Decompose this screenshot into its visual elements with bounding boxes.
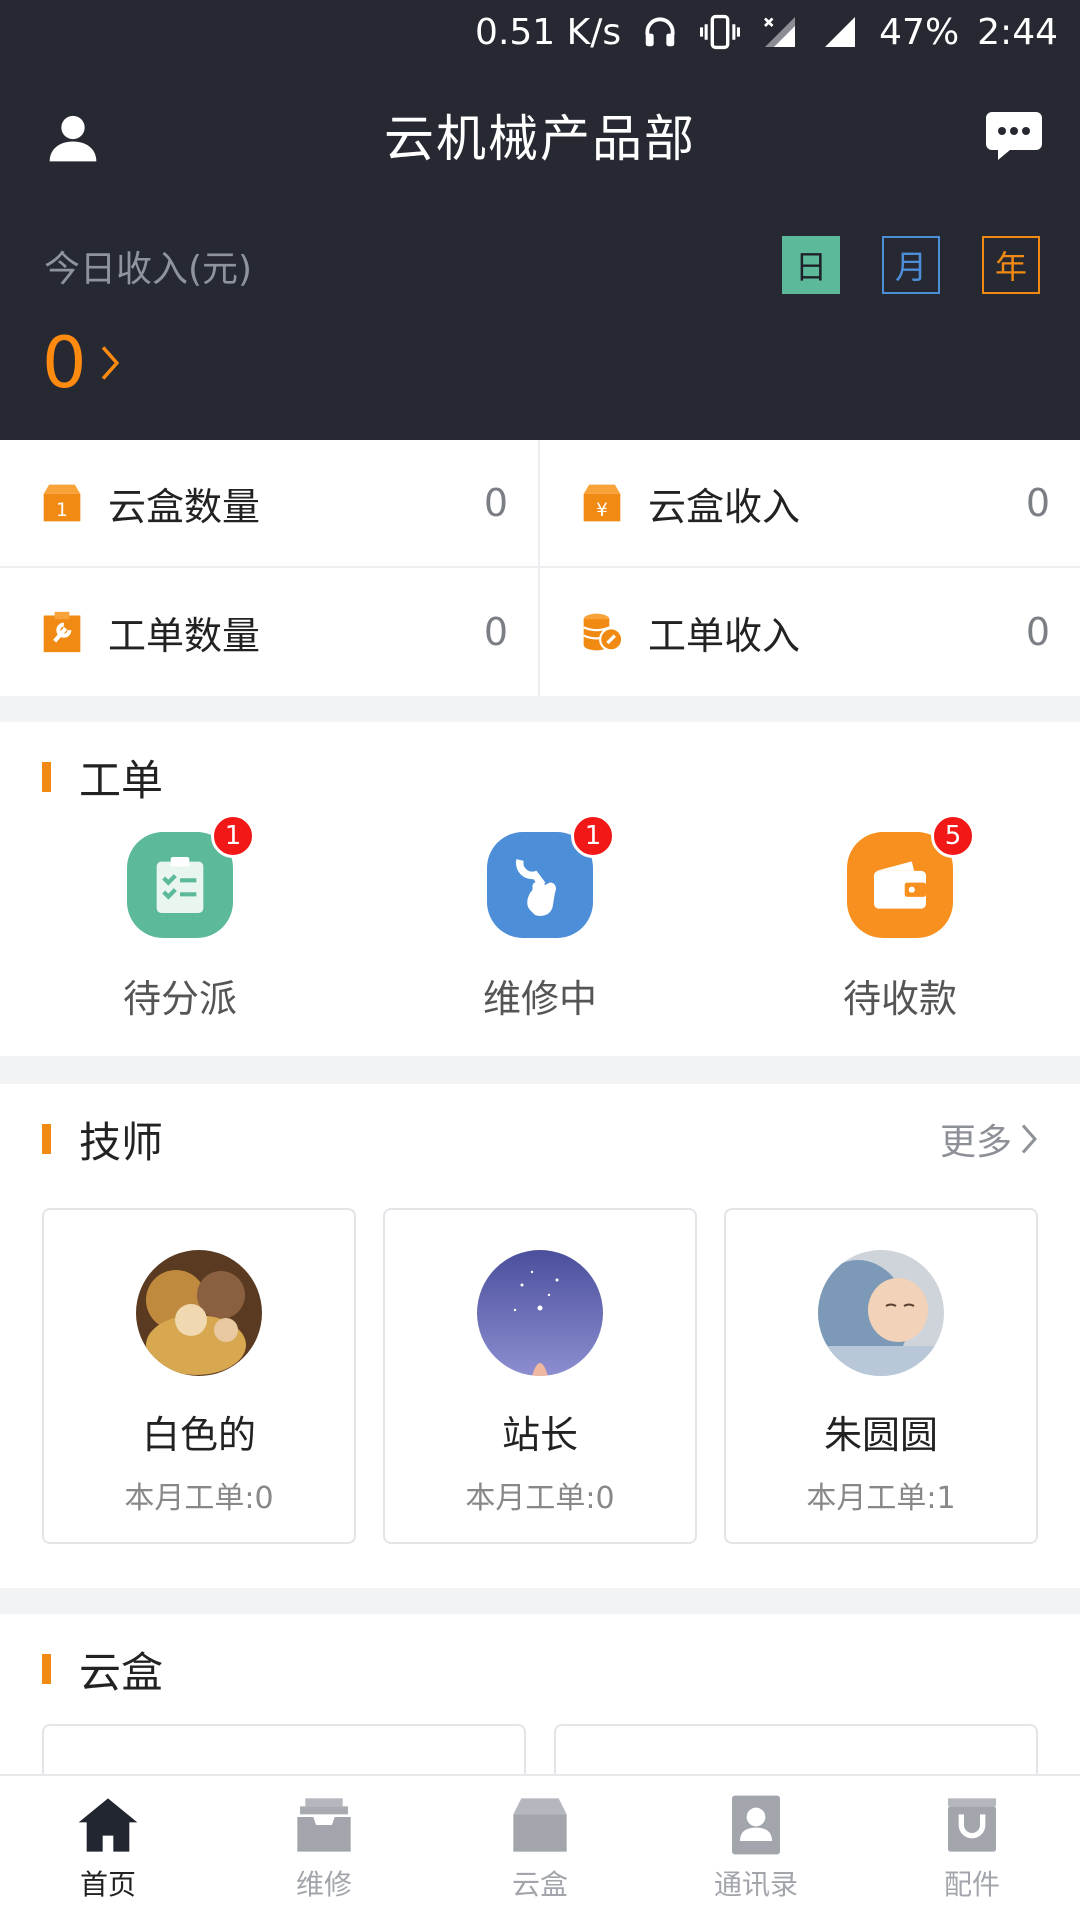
section-accent-bar [42, 762, 51, 792]
badge-count: 5 [931, 814, 975, 858]
income-label: 今日收入(元) [44, 249, 253, 290]
order-repairing[interactable]: 1 维修中 [390, 814, 690, 1023]
technician-monthly-orders: 本月工单:0 [465, 1481, 615, 1516]
nav-parts[interactable]: 配件 [864, 1776, 1080, 1920]
nav-label: 维修 [295, 1868, 352, 1901]
nav-label: 云盒 [511, 1868, 568, 1901]
cloudbox-section: 云盒 [0, 1614, 1080, 1784]
nav-label: 首页 [79, 1868, 136, 1901]
tray-icon [297, 1798, 351, 1852]
signal-icon [819, 11, 861, 53]
stat-value: 0 [1025, 610, 1050, 654]
technician-name: 朱圆圆 [823, 1413, 938, 1457]
order-pending-payment[interactable]: 5 待收款 [750, 814, 1050, 1023]
technician-name: 站长 [501, 1413, 578, 1457]
order-status-row: 1 待分派 1 维修中 5 待收款 [0, 814, 1080, 1023]
wallet-icon: 5 [847, 814, 975, 938]
stat-label: 工单数量 [108, 613, 261, 658]
contacts-icon [732, 1795, 780, 1855]
order-pending-assign[interactable]: 1 待分派 [30, 814, 330, 1023]
technician-list: 白色的 本月工单:0 站长 本月工单:0 朱圆圆 本月工单:1 [0, 1208, 1080, 1544]
badge-count: 1 [211, 814, 255, 858]
nav-label: 通讯录 [713, 1868, 798, 1901]
period-day-button[interactable]: 日 [782, 236, 840, 294]
technician-monthly-orders: 本月工单:1 [806, 1481, 956, 1516]
order-label: 维修中 [482, 977, 597, 1021]
headphones-icon [639, 11, 681, 53]
stat-label: 工单收入 [648, 613, 801, 658]
clipboard-wrench-icon [43, 611, 81, 653]
message-icon[interactable] [984, 108, 1044, 164]
header: 0.51 K/s 47% 2:44 云机械产品部 今日收入(元) 0 日 月 年 [0, 0, 1080, 440]
orders-section: 工单 1 待分派 1 维修中 5 待收款 [0, 722, 1080, 1056]
section-header: 云盒 [0, 1614, 1080, 1724]
nav-repair[interactable]: 维修 [216, 1776, 432, 1920]
status-bar: 0.51 K/s 47% 2:44 [0, 0, 1080, 64]
hand-wrench-icon: 1 [487, 814, 615, 938]
section-header: 技师 更多 [0, 1084, 1080, 1194]
top-bar: 云机械产品部 [0, 80, 1080, 190]
section-header: 工单 [0, 722, 1080, 832]
chevron-right-icon [1021, 1124, 1038, 1154]
svg-text:1: 1 [56, 500, 68, 521]
stat-label: 云盒数量 [108, 484, 261, 529]
clock: 2:44 [977, 11, 1058, 53]
page-title: 云机械产品部 [384, 110, 696, 168]
signal-off-icon [759, 11, 801, 53]
technician-name: 白色的 [141, 1413, 256, 1457]
income-amount: 0 [42, 322, 87, 404]
stat-value: 0 [1025, 481, 1050, 525]
avatar [136, 1250, 262, 1376]
avatar [477, 1250, 603, 1376]
nav-contacts[interactable]: 通讯录 [648, 1776, 864, 1920]
section-title: 技师 [79, 1117, 164, 1167]
period-year-button[interactable]: 年 [982, 236, 1040, 294]
order-label: 待收款 [842, 977, 957, 1021]
box-number-icon: 1 [43, 484, 81, 522]
shopping-bag-icon [948, 1798, 996, 1852]
nav-cloudbox[interactable]: 云盒 [432, 1776, 648, 1920]
badge-count: 1 [571, 814, 615, 858]
bottom-nav: 首页 维修 云盒 通讯录 配件 [0, 1774, 1080, 1920]
battery-level: 47% [879, 11, 960, 53]
section-title: 工单 [79, 755, 164, 805]
section-accent-bar [42, 1654, 51, 1684]
more-label: 更多 [939, 1122, 1012, 1163]
section-title: 云盒 [79, 1647, 164, 1697]
network-speed: 0.51 K/s [475, 11, 622, 53]
home-icon [78, 1798, 138, 1852]
svg-text:¥: ¥ [596, 500, 608, 521]
box-icon [513, 1798, 567, 1852]
order-label: 待分派 [122, 977, 237, 1021]
stat-label: 云盒收入 [648, 484, 801, 529]
clipboard-check-icon: 1 [127, 814, 255, 938]
more-link[interactable]: 更多 [940, 1113, 1038, 1165]
nav-home[interactable]: 首页 [0, 1776, 216, 1920]
income-value[interactable]: 0 [42, 322, 121, 404]
stat-order-count[interactable]: 工单数量 0 [0, 568, 540, 696]
box-yen-icon: ¥ [583, 484, 621, 522]
stat-value: 0 [483, 481, 508, 525]
vibrate-icon [699, 11, 741, 53]
period-selector: 日 月 年 [782, 236, 1040, 294]
nav-label: 配件 [943, 1868, 1000, 1901]
section-accent-bar [42, 1124, 51, 1154]
chevron-right-icon [101, 346, 119, 380]
technician-card[interactable]: 朱圆圆 本月工单:1 [724, 1208, 1038, 1544]
technician-card[interactable]: 站长 本月工单:0 [383, 1208, 697, 1544]
stat-order-income[interactable]: 工单收入 0 [540, 568, 1080, 696]
stat-cloudbox-count[interactable]: 1 云盒数量 0 [0, 440, 540, 568]
stat-cloudbox-income[interactable]: ¥ 云盒收入 0 [540, 440, 1080, 568]
stat-value: 0 [483, 610, 508, 654]
period-month-button[interactable]: 月 [882, 236, 940, 294]
coins-wrench-icon [583, 613, 624, 652]
user-icon[interactable] [45, 110, 101, 166]
stats-grid: 1 云盒数量 0 ¥ 云盒收入 0 工单数量 0 工单收入 0 [0, 440, 1080, 696]
technician-card[interactable]: 白色的 本月工单:0 [42, 1208, 356, 1544]
avatar [818, 1250, 944, 1376]
technician-monthly-orders: 本月工单:0 [124, 1481, 274, 1516]
technicians-section: 技师 更多 白色的 本月工单:0 站长 本月工单:0 朱圆圆 本月工单:1 [0, 1084, 1080, 1588]
